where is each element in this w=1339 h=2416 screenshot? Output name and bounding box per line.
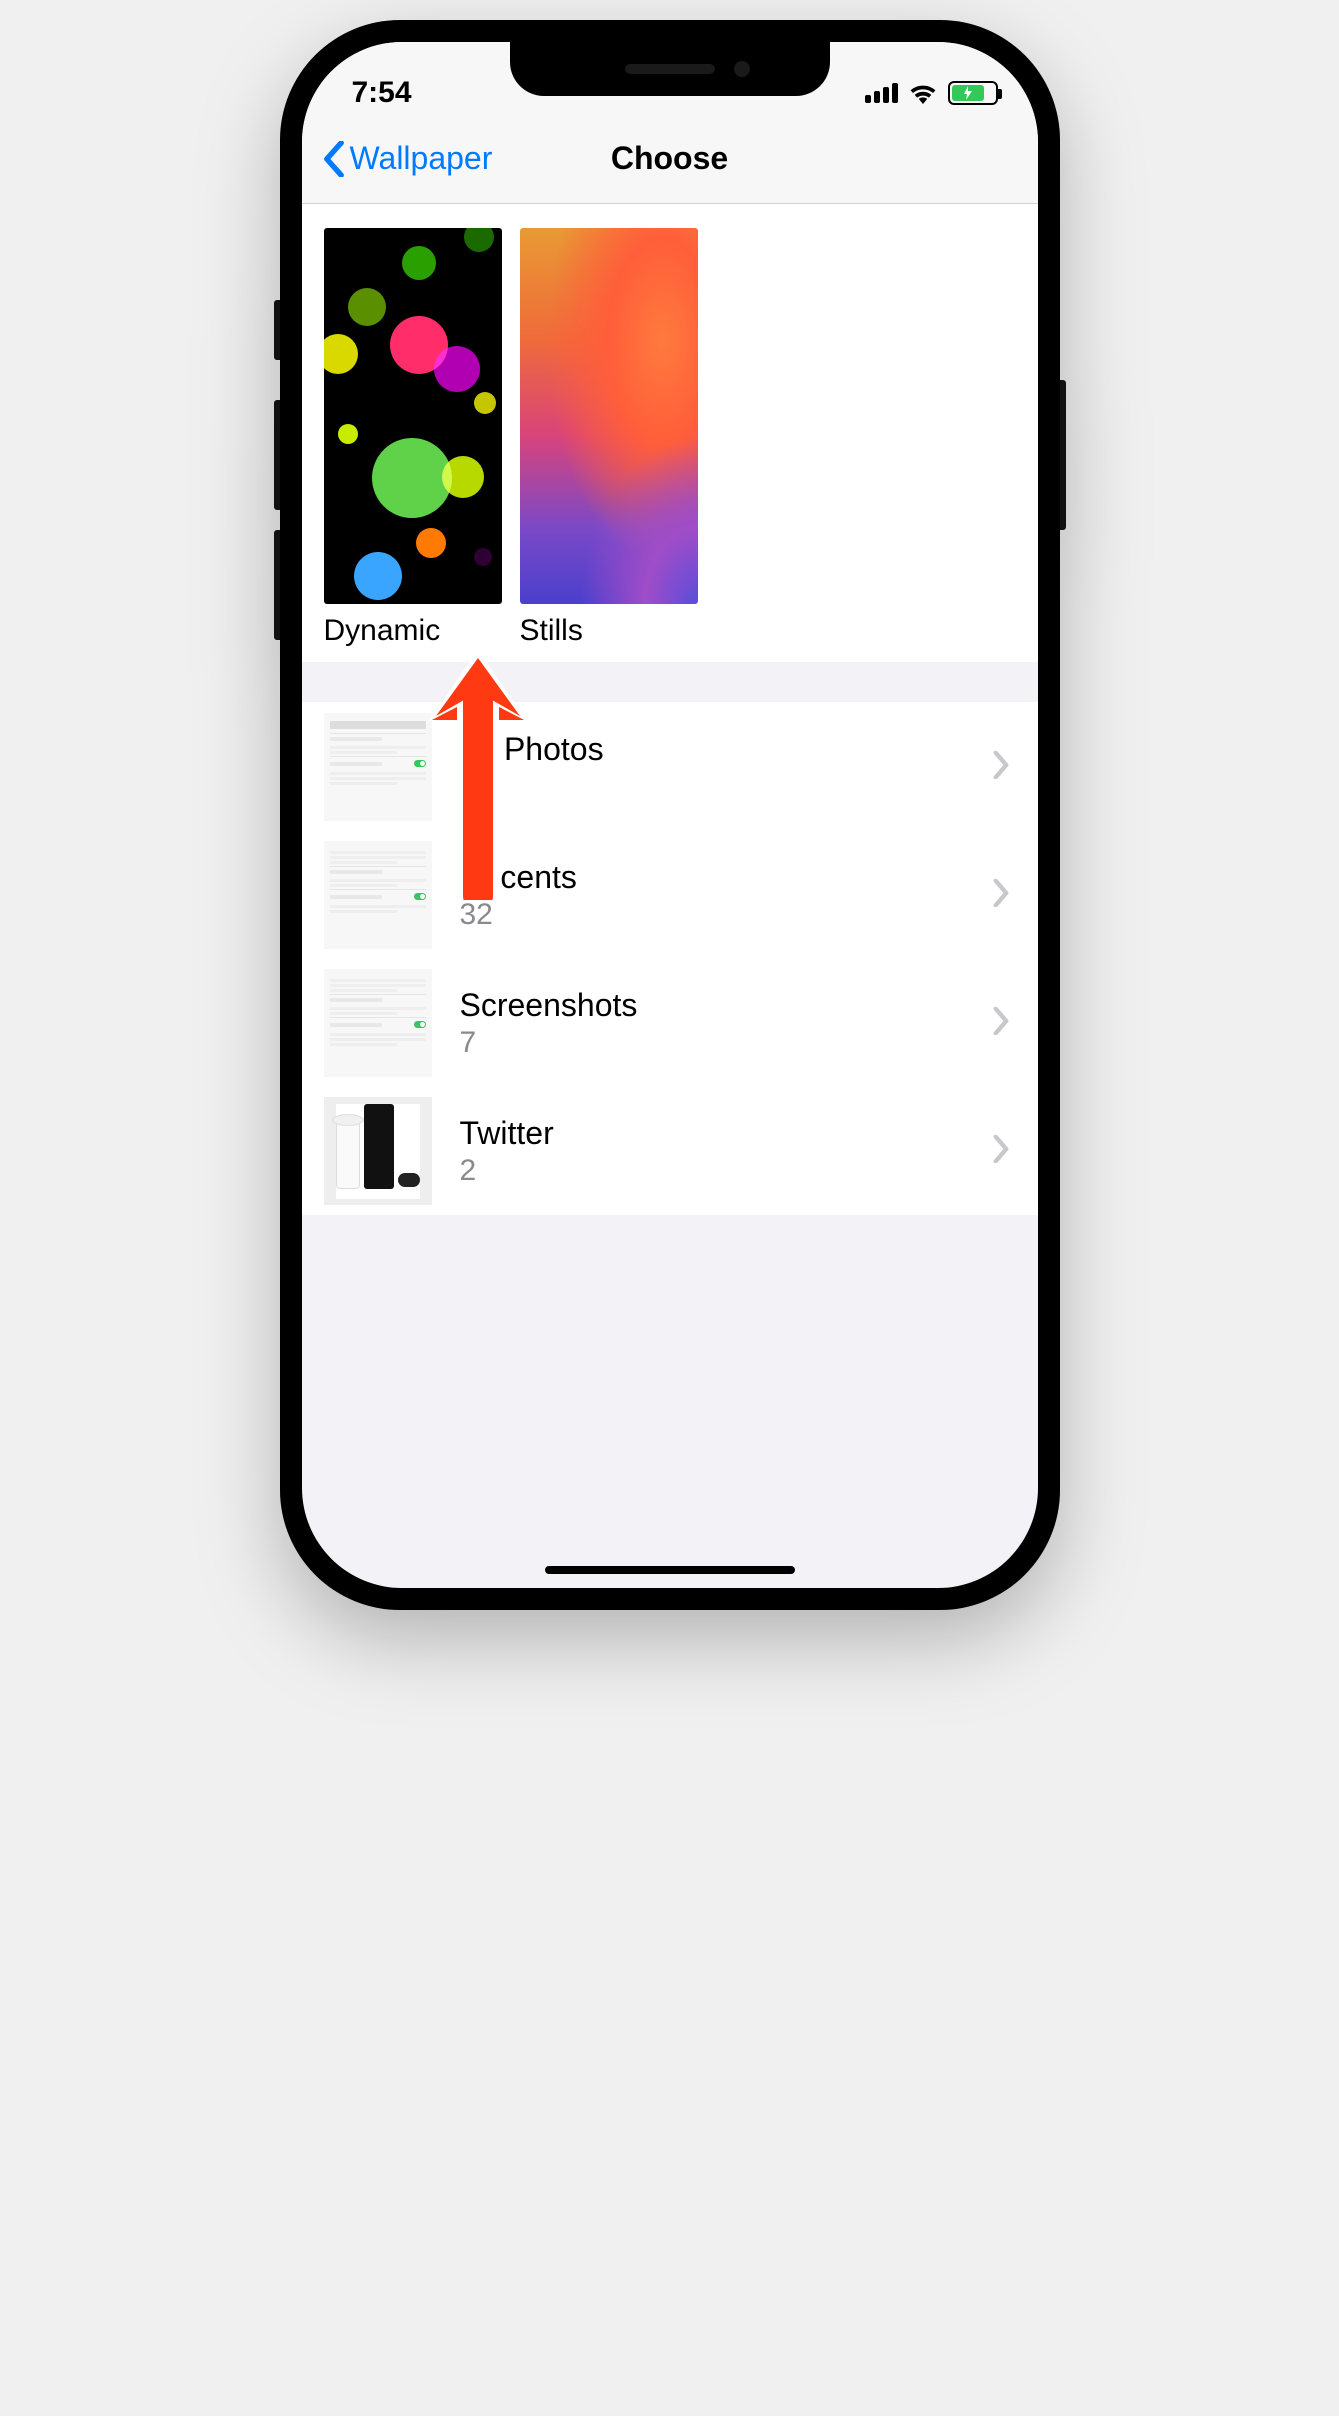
- album-thumb: [324, 713, 432, 821]
- album-count: 32: [460, 770, 964, 804]
- home-indicator[interactable]: [545, 1566, 795, 1574]
- album-recents[interactable]: Recents 32: [302, 831, 1038, 959]
- album-thumb: [324, 969, 432, 1077]
- wifi-icon: [908, 82, 938, 104]
- chevron-right-icon: [992, 751, 1010, 779]
- category-label-dynamic: Dynamic: [324, 614, 502, 648]
- album-thumb: [324, 1097, 432, 1205]
- device-frame: 7:54: [280, 20, 1060, 1610]
- album-title: Screenshots: [460, 987, 964, 1024]
- album-title: Recents: [460, 859, 964, 896]
- category-label-stills: Stills: [520, 614, 698, 648]
- back-label: Wallpaper: [350, 140, 493, 177]
- notch: [510, 42, 830, 96]
- chevron-right-icon: [992, 879, 1010, 907]
- albums-list: All Photos 32: [302, 702, 1038, 1215]
- album-count: 7: [460, 1026, 964, 1060]
- battery-charging-icon: [948, 81, 998, 105]
- album-twitter[interactable]: Twitter 2: [302, 1087, 1038, 1215]
- album-all-photos[interactable]: All Photos 32: [302, 703, 1038, 831]
- chevron-right-icon: [992, 1135, 1010, 1163]
- back-button[interactable]: Wallpaper: [322, 140, 493, 177]
- chevron-right-icon: [992, 1007, 1010, 1035]
- album-title: All Photos: [460, 731, 964, 768]
- content-scroll[interactable]: Dynamic Stills: [302, 204, 1038, 1588]
- dynamic-thumbnail: [324, 228, 502, 604]
- album-count: 2: [460, 1154, 964, 1188]
- wallpaper-categories: Dynamic Stills: [302, 204, 1038, 662]
- album-screenshots[interactable]: Screenshots 7: [302, 959, 1038, 1087]
- album-title: Twitter: [460, 1115, 964, 1152]
- nav-bar: Wallpaper Choose: [302, 122, 1038, 204]
- category-dynamic[interactable]: Dynamic: [324, 228, 502, 648]
- chevron-left-icon: [322, 141, 346, 177]
- category-stills[interactable]: Stills: [520, 228, 698, 648]
- screen: 7:54: [302, 42, 1038, 1588]
- cellular-signal-icon: [865, 83, 898, 103]
- status-time: 7:54: [352, 76, 412, 110]
- stills-thumbnail: [520, 228, 698, 604]
- album-thumb: [324, 841, 432, 949]
- album-count: 32: [460, 898, 964, 932]
